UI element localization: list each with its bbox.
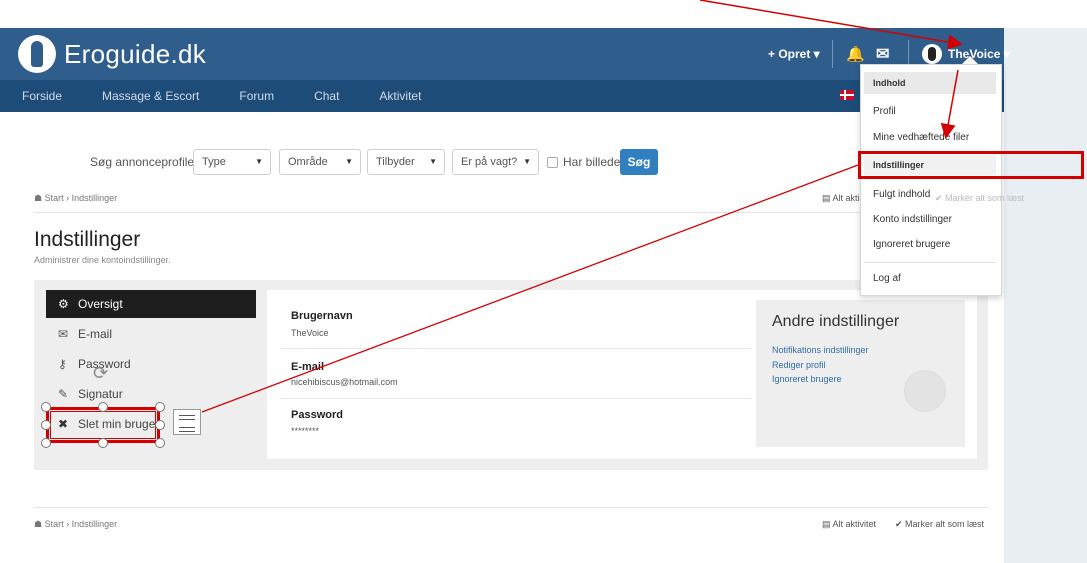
arrow-to-user-menu xyxy=(699,0,963,50)
annotation-arrows xyxy=(201,0,963,413)
connector-line xyxy=(201,164,859,413)
arrow-to-indstillinger xyxy=(940,69,959,139)
